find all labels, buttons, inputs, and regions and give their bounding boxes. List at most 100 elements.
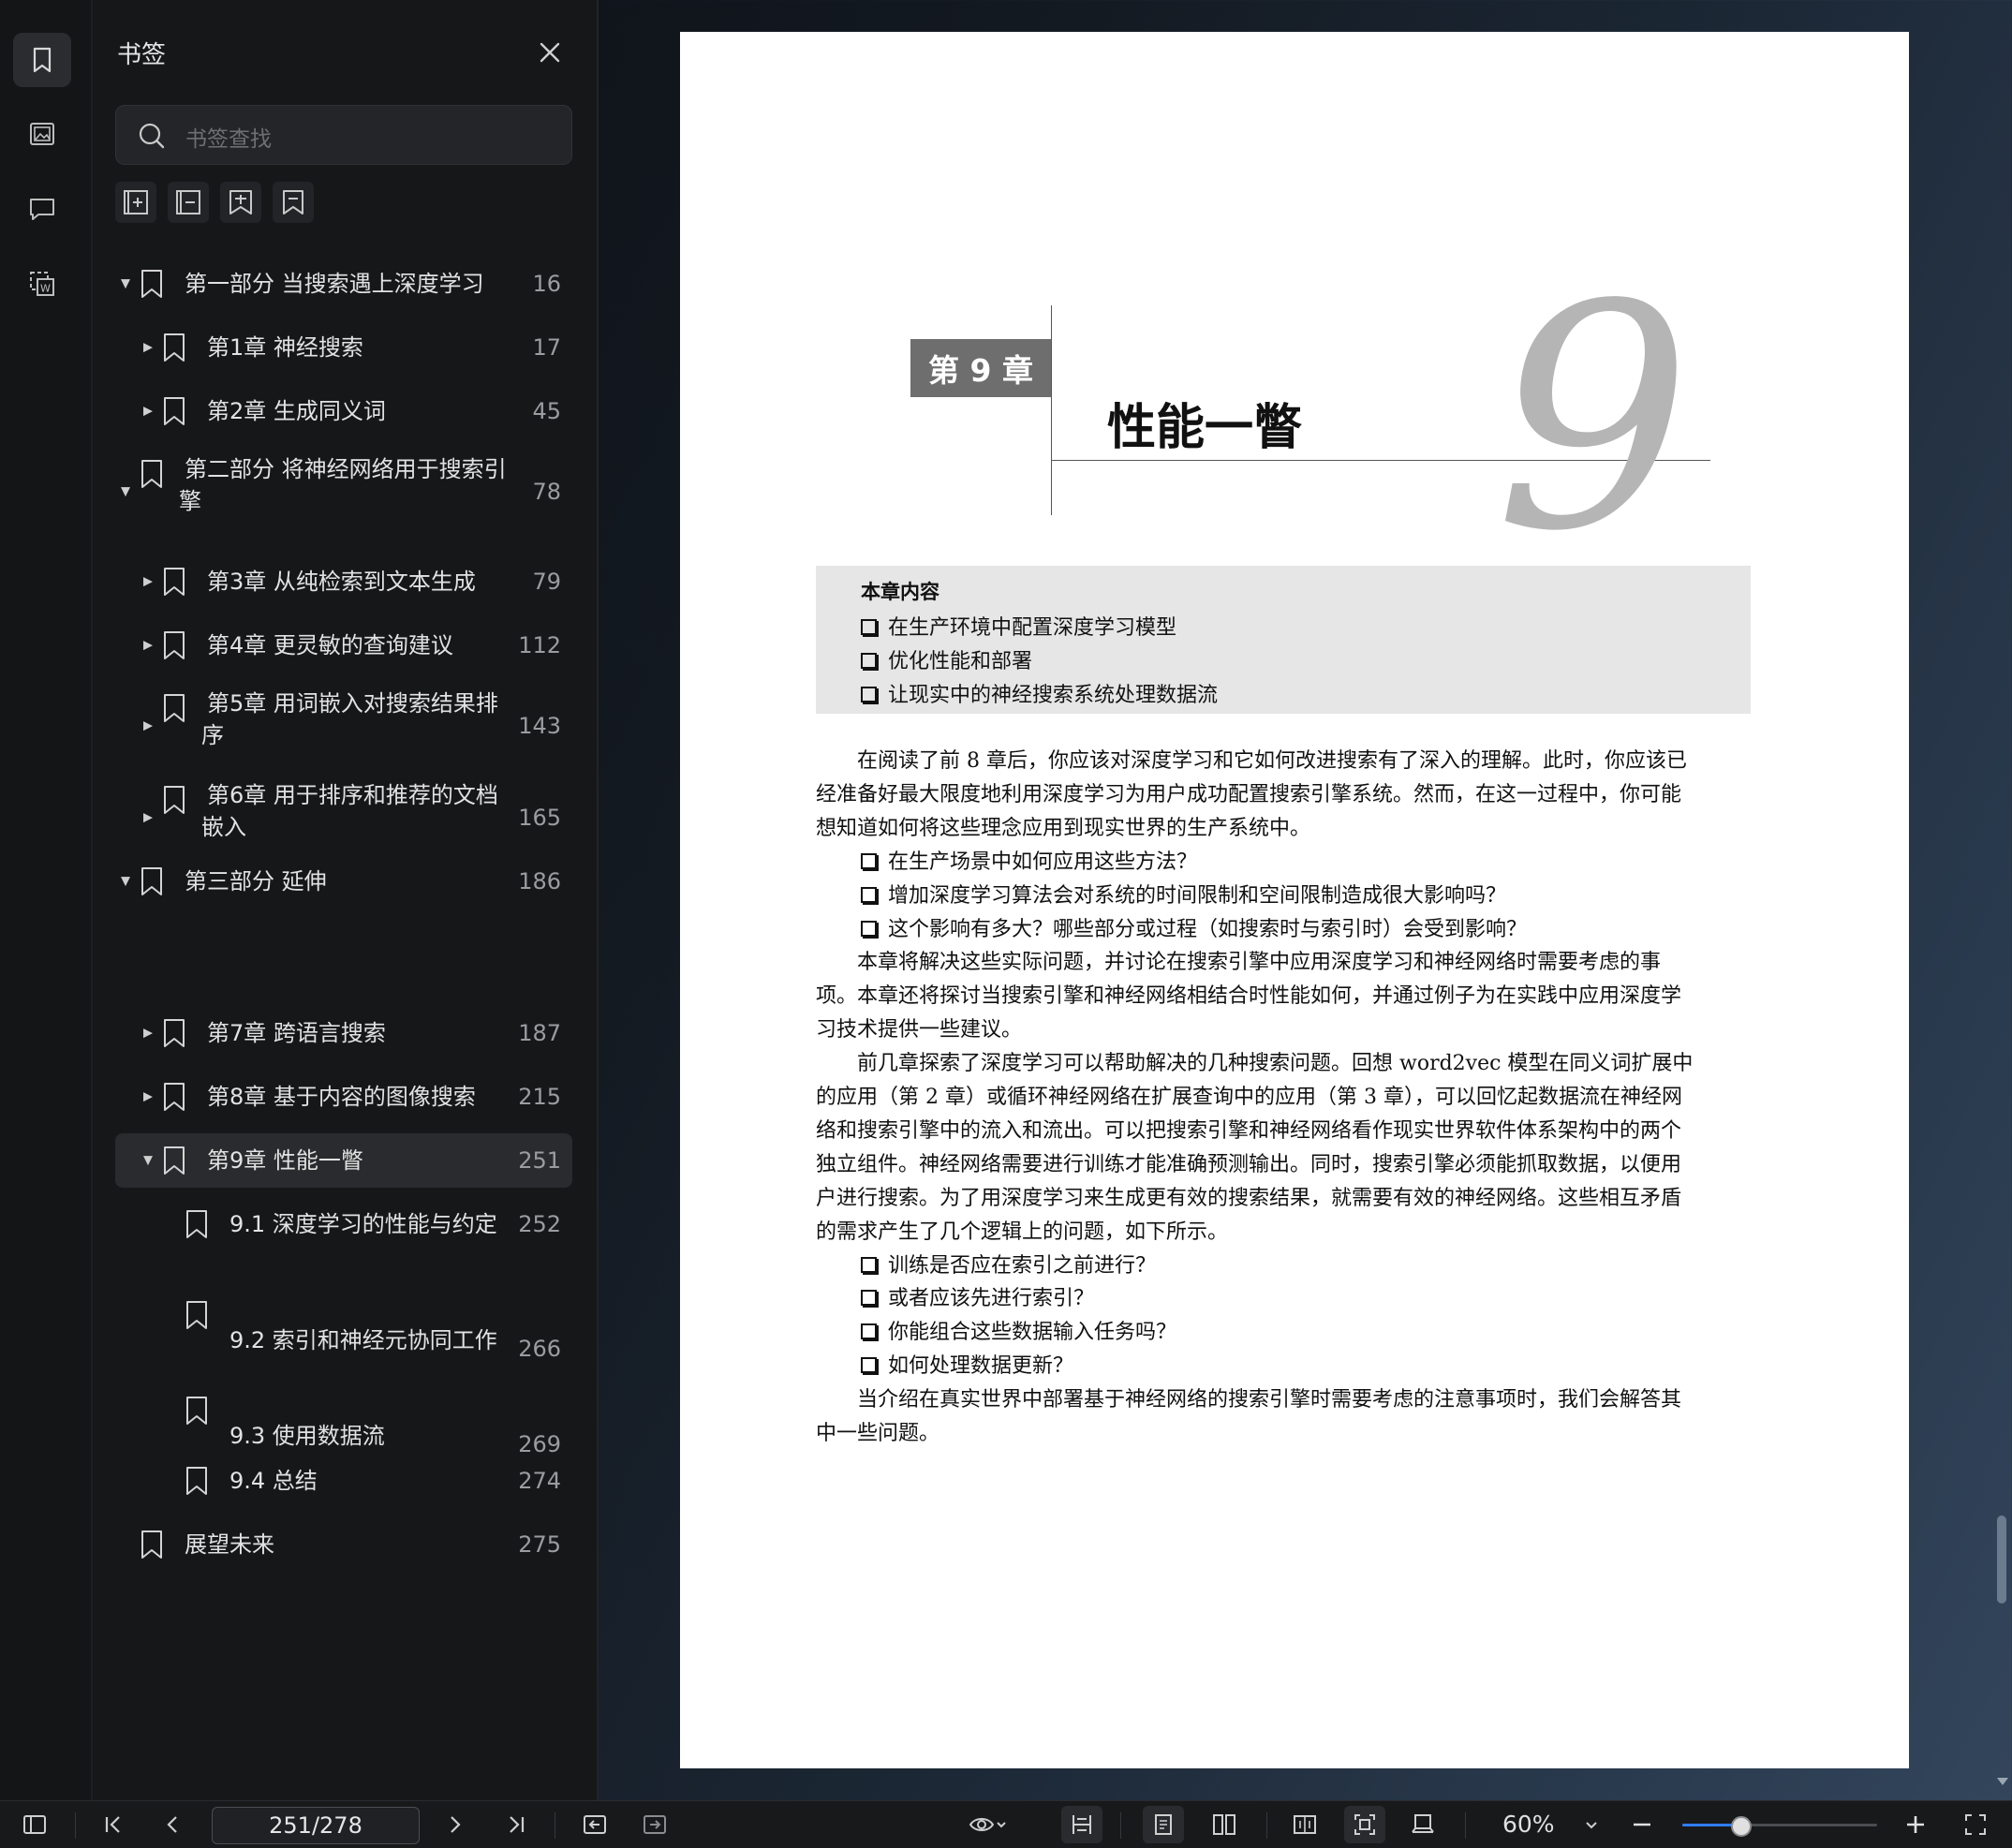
bookmark-item[interactable]: ▶ 第2章 生成同义词 45 bbox=[93, 384, 597, 438]
text-extract-icon[interactable]: W bbox=[13, 257, 71, 311]
comment-icon[interactable] bbox=[13, 182, 71, 236]
expand-all-button[interactable] bbox=[115, 182, 156, 223]
checkbox-bullet-icon bbox=[861, 886, 877, 903]
body-text-line: 独立组件。神经网络需要进行训练才能准确预测输出。同时，搜索引擎必须能抓取数据，以… bbox=[816, 1152, 1682, 1176]
bookmark-item[interactable]: ▼ 第一部分 当搜索遇上深度学习 16 bbox=[93, 257, 597, 311]
expanded-caret-icon[interactable]: ▼ bbox=[121, 875, 130, 889]
bookmark-page-number: 16 bbox=[532, 271, 561, 297]
minus-icon bbox=[1634, 1823, 1650, 1826]
zoom-in-button[interactable] bbox=[1900, 1809, 1931, 1841]
zoom-slider[interactable] bbox=[1682, 1816, 1877, 1837]
close-icon[interactable] bbox=[535, 37, 565, 67]
forward-button[interactable] bbox=[639, 1809, 671, 1841]
next-page-button[interactable] bbox=[438, 1809, 470, 1841]
bookmark-item[interactable]: ▶ 第1章 神经搜索 17 bbox=[93, 320, 597, 375]
bookmark-icon bbox=[141, 1530, 162, 1559]
body-text-line: 当介绍在真实世界中部署基于神经网络的搜索引擎时需要考虑的注意事项时，我们会解答其 bbox=[857, 1388, 1682, 1412]
bookmark-label: 第7章 跨语言搜索 bbox=[207, 1020, 386, 1046]
bookmark-page-number: 252 bbox=[518, 1211, 561, 1237]
bookmark-item[interactable]: ▼ 第三部分 延伸 186 bbox=[93, 854, 597, 909]
body-text-line: 户进行搜索。为了用深度学习来生成更有效的搜索结果，就需要有效的神经网络。这些相互… bbox=[816, 1186, 1682, 1210]
toggle-sidebar-button[interactable] bbox=[19, 1809, 51, 1841]
view-mode-button[interactable] bbox=[959, 1809, 1015, 1841]
book-mode-icon bbox=[1294, 1815, 1316, 1834]
bookmark-icon bbox=[164, 568, 185, 596]
fit-width-button[interactable] bbox=[1061, 1806, 1102, 1843]
collapsed-caret-icon[interactable]: ▶ bbox=[143, 1090, 153, 1104]
fit-width-icon bbox=[1073, 1815, 1091, 1834]
bookmark-icon[interactable] bbox=[13, 33, 71, 87]
book-mode-button[interactable] bbox=[1289, 1809, 1321, 1841]
rotate-view-button[interactable] bbox=[1407, 1809, 1439, 1841]
vertical-scrollbar[interactable] bbox=[1997, 1515, 2006, 1604]
bookmark-ribbon-button[interactable] bbox=[273, 182, 314, 223]
collapse-all-button[interactable] bbox=[168, 182, 209, 223]
collapsed-caret-icon[interactable]: ▶ bbox=[143, 1027, 153, 1041]
bookmark-item[interactable]: ▶ 第5章 用词嵌入对搜索结果排序 143 bbox=[93, 682, 597, 770]
zoom-out-button[interactable] bbox=[1626, 1809, 1658, 1841]
bookmark-icon bbox=[186, 1467, 207, 1495]
bookmark-icon bbox=[164, 786, 185, 814]
checkbox-bullet-icon bbox=[861, 920, 877, 937]
body-bullet-line: 或者应该先进行索引？ bbox=[861, 1281, 1094, 1311]
bookmark-item[interactable]: 9.1 深度学习的性能与约定 252 bbox=[93, 1197, 597, 1251]
body-text-line: 的需求产生了几个逻辑上的问题，如下所示。 bbox=[816, 1220, 1229, 1244]
panel-title: 书签 bbox=[117, 41, 167, 69]
two-page-button[interactable] bbox=[1208, 1809, 1240, 1841]
bookmark-icon bbox=[141, 460, 162, 488]
bookmark-item[interactable]: 9.2 索引和神经元协同工作 266 bbox=[93, 1294, 597, 1382]
bookmark-icon bbox=[164, 1146, 185, 1175]
bookmark-item[interactable]: ▶ 第4章 更灵敏的查询建议 112 bbox=[93, 618, 597, 673]
zoom-level[interactable]: 60% bbox=[1502, 1811, 1555, 1838]
add-bookmark-button[interactable] bbox=[220, 182, 261, 223]
document-viewer[interactable]: 9 第 9 章 性能一瞥 本章内容 在生产环境中配置深度学习模型 优化性能和部署… bbox=[599, 0, 2012, 1800]
svg-text:W: W bbox=[40, 283, 51, 295]
collapsed-caret-icon[interactable]: ▶ bbox=[143, 719, 153, 733]
collapsed-caret-icon[interactable]: ▶ bbox=[143, 575, 153, 589]
collapsed-caret-icon[interactable]: ▶ bbox=[143, 639, 153, 653]
image-icon[interactable] bbox=[13, 107, 71, 161]
body-bullet-line: 在生产场景中如何应用这些方法？ bbox=[861, 845, 1197, 875]
page-number-input[interactable]: 251/278 bbox=[212, 1807, 420, 1844]
bookmark-item[interactable]: ▶ 第8章 基于内容的图像搜索 215 bbox=[93, 1070, 597, 1124]
single-page-button[interactable] bbox=[1143, 1806, 1184, 1843]
bookmark-item[interactable]: 展望未来 275 bbox=[93, 1517, 597, 1572]
checkbox-bullet-icon bbox=[861, 653, 877, 669]
collapsed-caret-icon[interactable]: ▶ bbox=[143, 341, 153, 355]
bookmark-item[interactable]: 9.4 总结 274 bbox=[93, 1454, 597, 1508]
last-page-button[interactable] bbox=[500, 1809, 532, 1841]
body-text-line: 经准备好最大限度地利用深度学习为用户成功配置搜索引擎系统。然而，在这一过程中，你… bbox=[816, 782, 1682, 806]
back-button[interactable] bbox=[579, 1809, 611, 1841]
bookmark-page-number: 186 bbox=[518, 868, 561, 894]
bookmark-item[interactable]: ▼ 第二部分 将神经网络用于搜索引擎 78 bbox=[93, 448, 597, 536]
bookmark-label: 9.1 深度学习的性能与约定 bbox=[229, 1211, 497, 1237]
chevron-down-icon bbox=[1586, 1822, 1597, 1829]
expanded-caret-icon[interactable]: ▼ bbox=[121, 485, 130, 499]
collapsed-caret-icon[interactable]: ▶ bbox=[143, 405, 153, 419]
fullscreen-button[interactable] bbox=[1960, 1809, 1991, 1841]
bookmark-item[interactable]: ▶ 第6章 用于排序和推荐的文档 嵌入 165 bbox=[93, 774, 597, 862]
first-page-button[interactable] bbox=[97, 1809, 129, 1841]
chapter-contents-box: 本章内容 在生产环境中配置深度学习模型 优化性能和部署 让现实中的神经搜索系统处… bbox=[816, 566, 1751, 714]
bookmark-icon bbox=[141, 270, 162, 298]
scroll-down-arrow-icon[interactable] bbox=[1997, 1778, 2008, 1785]
bookmark-search-input[interactable]: 书签查找 bbox=[115, 105, 572, 165]
bookmark-ribbon-icon bbox=[283, 190, 303, 214]
bookmark-label: 第3章 从纯检索到文本生成 bbox=[207, 569, 476, 595]
expanded-caret-icon[interactable]: ▼ bbox=[121, 277, 130, 291]
bookmark-icon bbox=[186, 1397, 207, 1425]
bookmark-item-selected[interactable]: ▼ 第9章 性能一瞥 251 bbox=[93, 1133, 597, 1188]
expanded-caret-icon[interactable]: ▼ bbox=[143, 1154, 153, 1168]
body-bullet-line: 增加深度学习算法会对系统的时间限制和空间限制造成很大影响吗？ bbox=[861, 879, 1506, 909]
bookmark-label: 第1章 神经搜索 bbox=[207, 334, 363, 361]
bookmark-item[interactable]: ▶ 第7章 跨语言搜索 187 bbox=[93, 1006, 597, 1060]
zoom-dropdown-button[interactable] bbox=[1576, 1809, 1607, 1841]
fit-page-button[interactable] bbox=[1344, 1806, 1385, 1843]
previous-page-button[interactable] bbox=[157, 1809, 189, 1841]
bookmark-page-number: 78 bbox=[532, 479, 561, 505]
bookmark-item[interactable]: ▶ 第3章 从纯检索到文本生成 79 bbox=[93, 554, 597, 609]
chapter-number-watermark: 9 bbox=[1495, 239, 1692, 599]
collapsed-caret-icon[interactable]: ▶ bbox=[143, 811, 153, 825]
zoom-slider-handle[interactable] bbox=[1731, 1816, 1753, 1837]
left-rail: W bbox=[0, 0, 93, 1800]
